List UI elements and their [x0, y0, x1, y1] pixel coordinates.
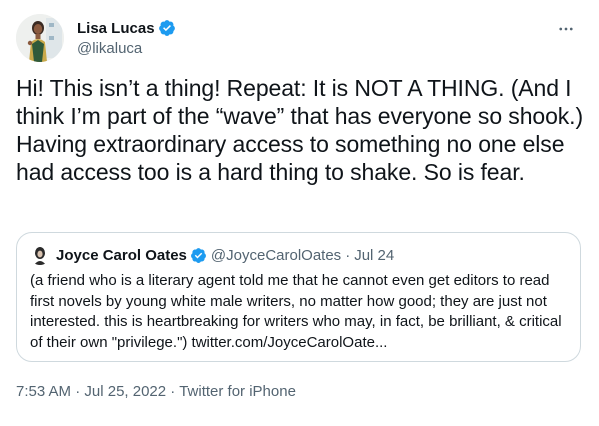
quoted-tweet[interactable]: Joyce Carol Oates @JoyceCarolOates · Jul… [16, 232, 581, 362]
quoted-profile-photo-icon [30, 245, 50, 265]
meta-separator: · [170, 383, 176, 400]
quoted-avatar [30, 245, 50, 265]
more-options-button[interactable] [555, 18, 577, 40]
profile-photo-icon [16, 14, 64, 62]
quoted-verified-badge-icon [190, 247, 206, 263]
tweet-header: Lisa Lucas @likaluca [16, 14, 583, 64]
tweet-source[interactable]: Twitter for iPhone [179, 383, 296, 400]
quoted-date: Jul 24 [354, 246, 395, 264]
quoted-tweet-text: (a friend who is a literary agent told m… [30, 272, 562, 351]
quoted-separator: · [345, 246, 351, 264]
tweet-date[interactable]: Jul 25, 2022 [84, 383, 166, 400]
tweet-time[interactable]: 7:53 AM [16, 383, 71, 400]
display-name[interactable]: Lisa Lucas [77, 20, 155, 37]
tweet-metadata: 7:53 AM · Jul 25, 2022 · Twitter for iPh… [16, 383, 296, 400]
tweet: Lisa Lucas @likaluca Hi! This isn’t a th… [0, 0, 599, 426]
handle[interactable]: @likaluca [77, 40, 176, 57]
avatar[interactable] [16, 14, 64, 62]
meta-separator: · [75, 383, 81, 400]
author-names: Lisa Lucas @likaluca [77, 18, 176, 57]
quoted-handle: @JoyceCarolOates [210, 246, 342, 264]
ellipsis-icon [559, 27, 573, 31]
quoted-display-name: Joyce Carol Oates [56, 246, 187, 264]
verified-badge-icon [158, 20, 175, 36]
tweet-text: Hi! This isn’t a thing! Repeat: It is NO… [16, 75, 584, 185]
display-name-row: Lisa Lucas [77, 18, 176, 38]
quoted-tweet-header: Joyce Carol Oates @JoyceCarolOates · Jul… [30, 245, 394, 265]
